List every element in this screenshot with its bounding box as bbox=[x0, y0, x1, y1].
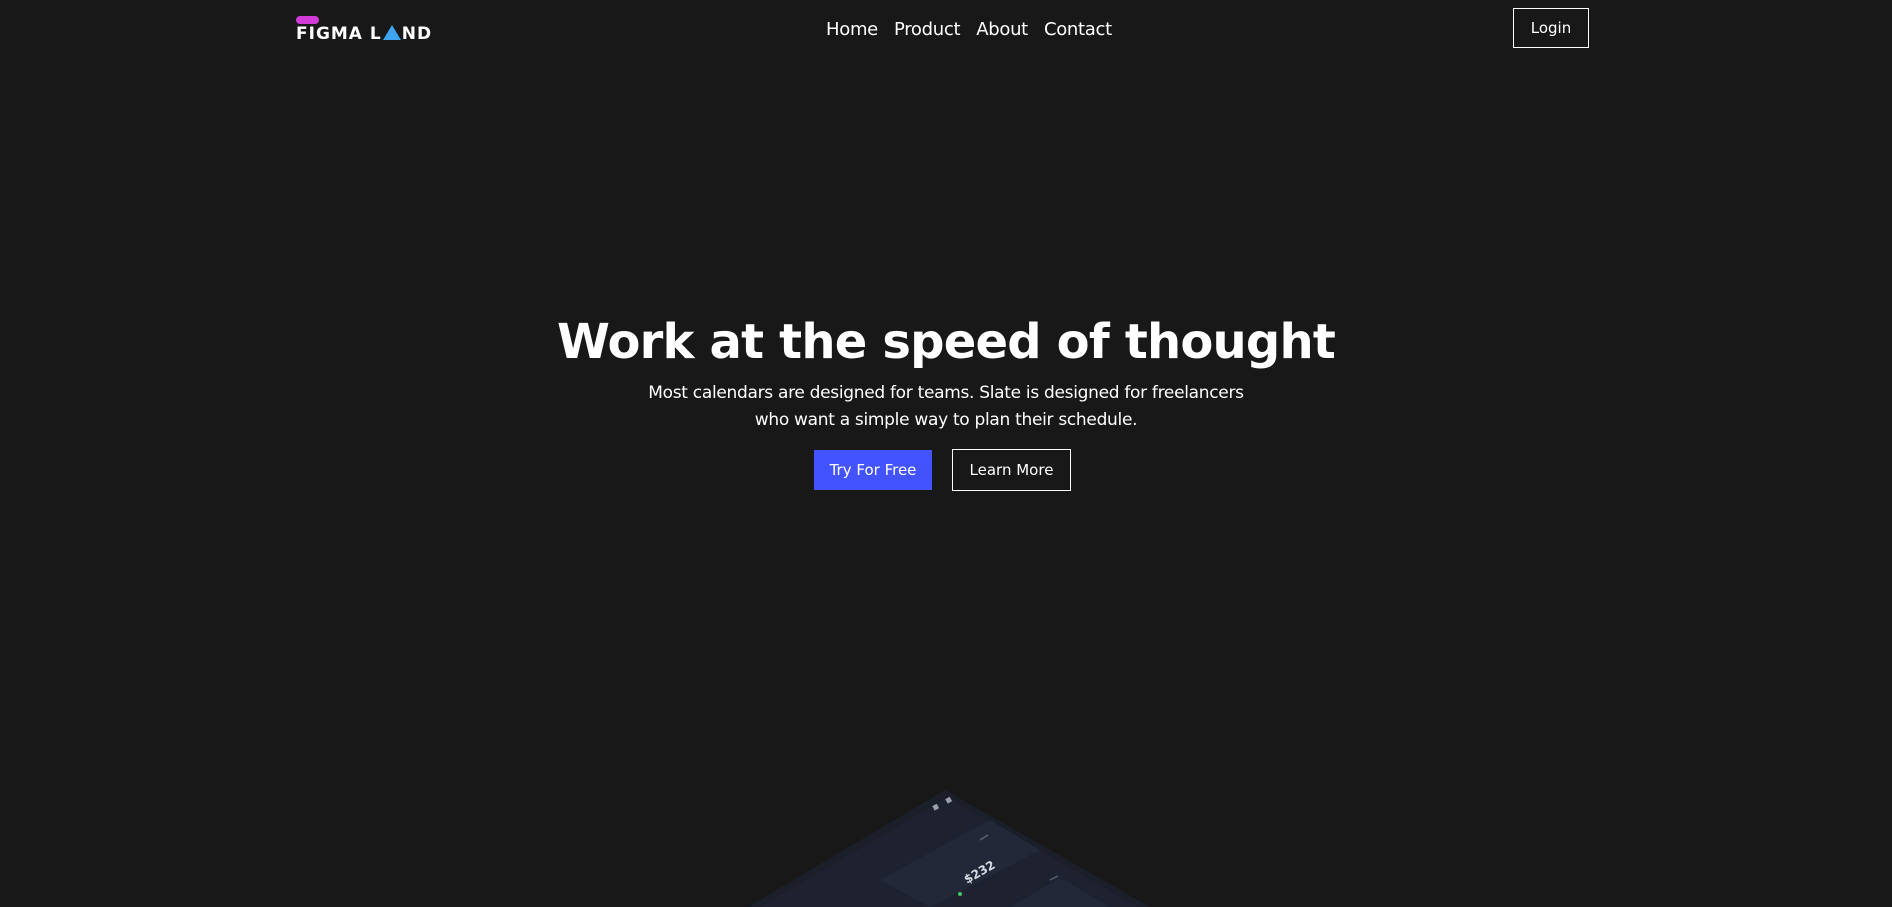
dashboard-mockup-image: $232 bbox=[748, 790, 1150, 907]
logo-text-start: FIGMA L bbox=[296, 24, 382, 44]
nav-product-link[interactable]: Product bbox=[894, 18, 961, 42]
landing-page: FIGMA L ND Home Product About Contact Log… bbox=[0, 0, 1892, 907]
hero-subtitle: Most calendars are designed for teams. S… bbox=[646, 380, 1246, 434]
nav-about-link[interactable]: About bbox=[976, 18, 1028, 42]
login-button[interactable]: Login bbox=[1513, 8, 1589, 48]
logo-text-end: ND bbox=[401, 24, 433, 44]
logo-pill-mark bbox=[296, 16, 319, 24]
nav-home-link[interactable]: Home bbox=[826, 18, 878, 42]
hero-title: Work at the speed of thought bbox=[557, 314, 1336, 370]
logo[interactable]: FIGMA L ND bbox=[296, 16, 436, 44]
learn-more-button[interactable]: Learn More bbox=[952, 449, 1071, 491]
hero-subtitle-line-1: Most calendars are designed for teams. S… bbox=[648, 383, 1244, 403]
logo-triangle-icon bbox=[382, 25, 401, 40]
try-for-free-button[interactable]: Try For Free bbox=[814, 450, 932, 490]
nav-contact-link[interactable]: Contact bbox=[1044, 18, 1112, 42]
mockup-status-dot bbox=[958, 892, 962, 896]
logo-wordmark: FIGMA L ND bbox=[296, 24, 432, 44]
main-nav: Home Product About Contact bbox=[826, 18, 1112, 42]
hero-subtitle-line-2: who want a simple way to plan their sche… bbox=[754, 410, 1138, 430]
